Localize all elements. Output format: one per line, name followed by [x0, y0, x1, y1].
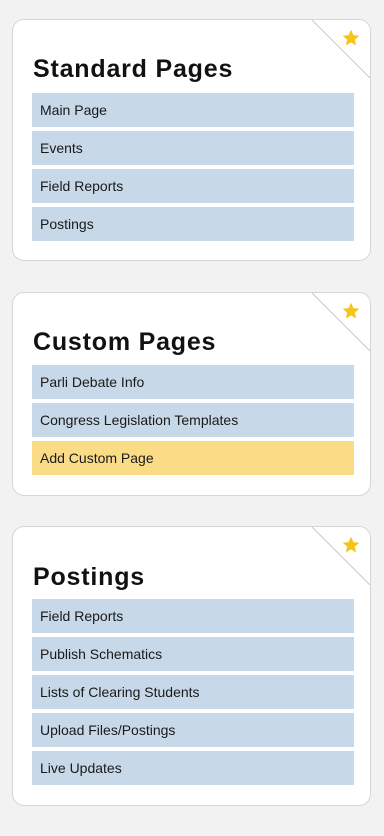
panel-item-publish-schematics[interactable]: Publish Schematics: [32, 637, 354, 671]
panel-item-live-updates[interactable]: Live Updates: [32, 751, 354, 785]
panel-item-upload-files-postings[interactable]: Upload Files/Postings: [32, 713, 354, 747]
panel-item-field-reports[interactable]: Field Reports: [32, 599, 354, 633]
custom-pages-panel: Custom Pages Parli Debate Info Congress …: [12, 292, 371, 496]
panel-item-lists-of-clearing-students[interactable]: Lists of Clearing Students: [32, 675, 354, 709]
star-icon[interactable]: [341, 535, 361, 555]
panel-item-postings[interactable]: Postings: [32, 207, 354, 241]
standard-pages-panel: Standard Pages Main Page Events Field Re…: [12, 19, 371, 261]
panel-title: Postings: [33, 563, 145, 591]
add-custom-page-button[interactable]: Add Custom Page: [32, 441, 354, 475]
panel-item-main-page[interactable]: Main Page: [32, 93, 354, 127]
star-icon[interactable]: [341, 301, 361, 321]
panel-title: Standard Pages: [33, 55, 234, 83]
panel-item-parli-debate-info[interactable]: Parli Debate Info: [32, 365, 354, 399]
panel-item-congress-legislation-templates[interactable]: Congress Legislation Templates: [32, 403, 354, 437]
postings-panel: Postings Field Reports Publish Schematic…: [12, 526, 371, 806]
panel-item-field-reports[interactable]: Field Reports: [32, 169, 354, 203]
star-icon[interactable]: [341, 28, 361, 48]
panel-title: Custom Pages: [33, 328, 217, 356]
panel-item-events[interactable]: Events: [32, 131, 354, 165]
